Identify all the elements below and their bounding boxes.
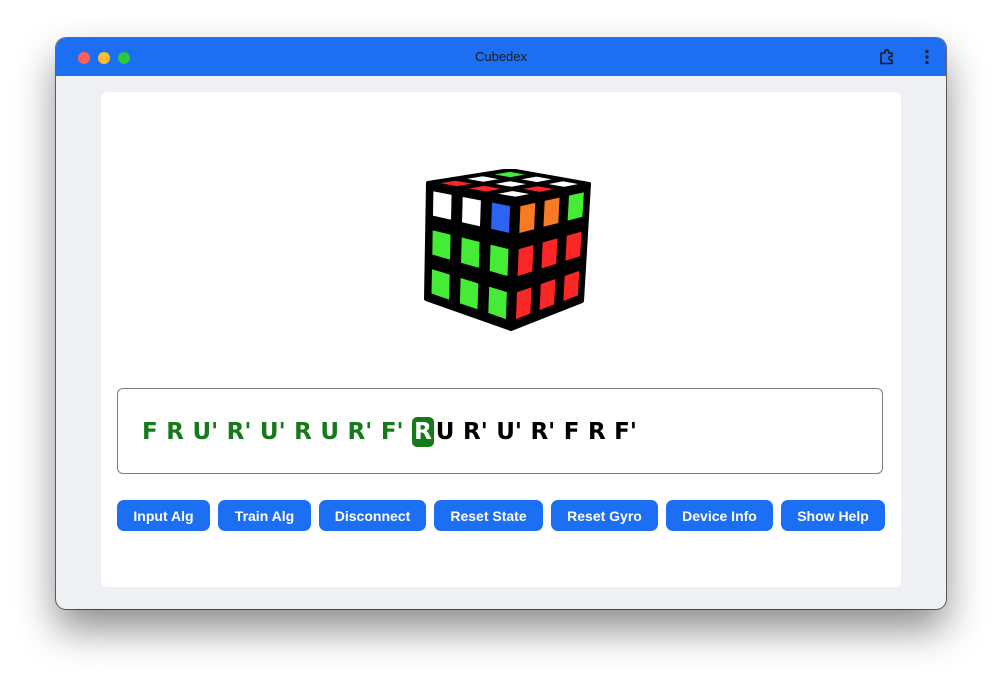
move-token: R'	[462, 419, 488, 445]
cube-sticker	[517, 244, 535, 277]
cube-sticker	[518, 202, 536, 234]
kebab-menu-icon[interactable]	[917, 48, 937, 66]
show-help-button[interactable]: Show Help	[781, 500, 885, 531]
reset-state-button[interactable]: Reset State	[434, 500, 543, 531]
move-token: U'	[496, 419, 522, 445]
algorithm-moves: F R U' R' U' R U R' F' R U R' U' R' F R F'	[142, 417, 645, 447]
cube-sticker	[489, 244, 510, 277]
move-token: R	[294, 419, 312, 445]
cube-sticker	[461, 196, 482, 228]
window-title: Cubedex	[474, 49, 528, 64]
cube-sticker	[540, 237, 559, 270]
cube-sticker	[564, 230, 583, 262]
move-token: U	[320, 419, 340, 445]
move-token: R	[587, 419, 606, 445]
move-token: F	[142, 419, 158, 445]
puzzle-piece-icon[interactable]	[878, 48, 896, 66]
cube-sticker	[460, 236, 481, 269]
move-token: F'	[380, 419, 404, 445]
cube-sticker	[542, 196, 561, 228]
move-token: F	[563, 419, 580, 445]
move-token: F'	[614, 419, 637, 445]
main-card: F R U' R' U' R U R' F' R U R' U' R' F R F' Input Alg Tra…	[101, 92, 901, 587]
move-token: R'	[530, 419, 556, 445]
algorithm-display: F R U' R' U' R U R' F' R U R' U' R' F R F'	[117, 388, 883, 474]
device-info-button[interactable]: Device Info	[666, 500, 773, 531]
reset-gyro-button[interactable]: Reset Gyro	[551, 500, 658, 531]
cube-sticker	[490, 201, 511, 234]
move-token: U'	[259, 419, 286, 445]
move-token: R'	[347, 419, 373, 445]
disconnect-button[interactable]: Disconnect	[319, 500, 426, 531]
current-move: R	[412, 417, 434, 447]
move-token: U	[435, 419, 455, 445]
train-alg-button[interactable]: Train Alg	[218, 500, 311, 531]
cube-sticker	[432, 190, 453, 221]
cube-sticker	[431, 229, 452, 261]
move-token: R	[166, 419, 184, 445]
input-alg-button[interactable]: Input Alg	[117, 500, 210, 531]
cube-sticker	[567, 191, 585, 222]
cube-3d-view[interactable]	[412, 169, 592, 335]
app-window: Cubedex F R U' R' U' R U R' F' R U R' U' R' F R F' Input…	[56, 38, 946, 609]
title-bar: Cubedex	[56, 38, 946, 76]
move-token: U'	[192, 419, 219, 445]
move-token: R'	[226, 419, 252, 445]
